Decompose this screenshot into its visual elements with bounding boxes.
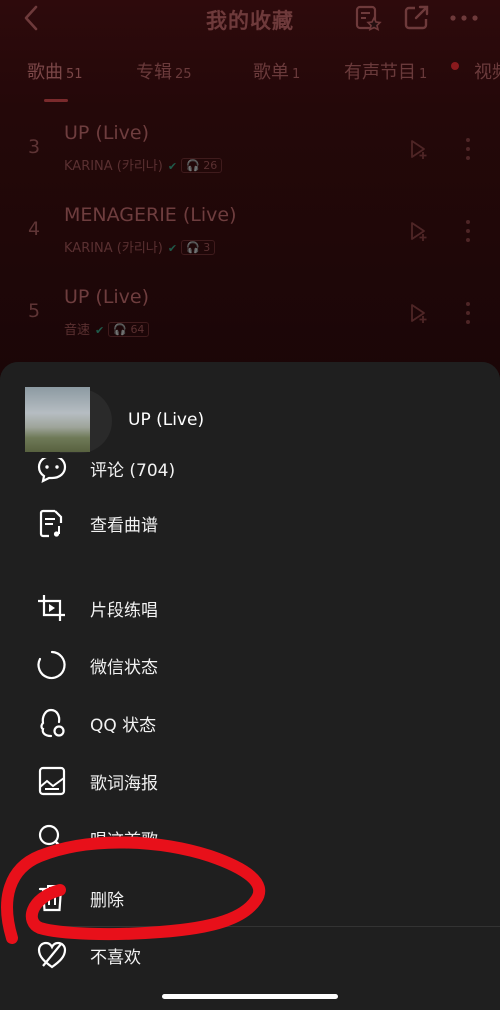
song-row[interactable]: 5 UP (Live) 音速 ✔ 🎧 64 [0,274,500,350]
play-count: 64 [130,323,145,336]
tab-label: 歌单 [253,62,289,83]
screen: 我的收藏 歌曲 51 专辑 25 歌单 1 有声节目 1 视 3 UP (Liv… [0,0,500,1010]
tab-label: 专辑 [136,62,172,83]
menu-label: 歌词海报 [90,774,158,794]
menu-label: 查看曲谱 [90,516,158,536]
nav-bar: 我的收藏 [0,0,500,40]
tab-label: 视频 [474,62,500,83]
crop-clip-icon [38,595,65,621]
song-title: MENAGERIE (Live) [64,204,237,226]
menu-label: 评论 (704) [90,461,176,481]
menu-item-wechat-status[interactable]: 微信状态 [0,643,500,687]
verified-check-icon: ✔ [95,324,105,337]
menu-item-view-sheet-music[interactable]: 查看曲谱 [0,501,500,545]
wechat-status-icon [37,650,66,680]
tab-videos[interactable]: 视频 [474,58,500,84]
add-to-playlist-icon[interactable] [408,220,430,242]
tab-label: 有声节目 [344,62,416,83]
menu-label: QQ 状态 [90,716,157,736]
song-row[interactable]: 4 MENAGERIE (Live) KARINA (카리나) ✔ 🎧 3 [0,192,500,268]
menu-item-delete[interactable]: 删除 [0,876,500,920]
tab-active-indicator [44,99,68,102]
tab-audio-programs[interactable]: 有声节目 1 [344,58,427,84]
music-sheet-icon [39,509,63,538]
lyrics-poster-icon [38,766,66,796]
dislike-heart-icon [37,941,67,969]
qq-status-icon [40,708,65,738]
song-artist: KARINA (카리나) [64,159,163,174]
menu-item-clip-practice[interactable]: 片段练唱 [0,586,500,630]
tab-count: 51 [66,67,83,82]
play-count-badge: 🎧 26 [181,158,223,173]
play-count-badge: 🎧 64 [108,322,150,337]
tab-albums[interactable]: 专辑 25 [136,58,192,84]
menu-label: 微信状态 [90,658,158,678]
menu-divider [30,926,500,927]
menu-item-qq-status[interactable]: QQ 状态 [0,701,500,745]
more-vertical-icon[interactable] [462,218,474,244]
add-to-playlist-icon[interactable] [408,302,430,324]
more-vertical-icon[interactable] [462,136,474,162]
tab-playlists[interactable]: 歌单 1 [253,58,300,84]
action-sheet: UP (Live) 评论 (704) 查看曲谱 片段练唱 微信状态 QQ 状态 … [0,362,500,1010]
song-artist: 音速 [64,323,91,338]
song-index: 5 [28,300,41,322]
menu-label: 片段练唱 [90,601,158,621]
menu-label: 唱这首歌 [90,831,158,851]
add-to-playlist-icon[interactable] [408,138,430,160]
song-row[interactable]: 3 UP (Live) KARINA (카리나) ✔ 🎧 26 [0,110,500,186]
home-indicator[interactable] [162,994,338,999]
play-count: 3 [203,241,211,254]
share-icon[interactable] [402,4,430,32]
verified-check-icon: ✔ [167,242,178,255]
song-title: UP (Live) [64,286,150,308]
menu-item-sing-this-song[interactable]: 唱这首歌 [0,816,500,860]
song-index: 4 [28,218,41,240]
tab-count: 1 [419,67,428,82]
more-icon[interactable] [448,4,480,32]
tab-count: 1 [292,67,301,82]
album-cover [25,387,90,452]
sheet-song-title: UP (Live) [128,410,205,430]
tab-bar: 歌曲51 专辑25 歌单1 有声节目1 视频 [0,58,500,92]
menu-item-dislike[interactable]: 不喜欢 [0,933,500,977]
trash-icon [38,885,66,912]
tab-count: 25 [175,67,192,82]
song-meta: KARINA (카리나) ✔ 🎧 3 [64,237,216,256]
notification-dot [451,62,459,70]
sheet-header: UP (Live) [0,362,500,458]
menu-label: 不喜欢 [90,948,141,968]
play-count: 26 [203,159,218,172]
tab-label: 歌曲 [27,62,63,83]
tab-songs[interactable]: 歌曲 51 [27,58,83,84]
favorite-list-icon[interactable] [354,4,382,32]
play-count-badge: 🎧 3 [181,240,216,255]
more-vertical-icon[interactable] [462,300,474,326]
song-title: UP (Live) [64,122,150,144]
menu-label: 删除 [90,891,124,911]
song-meta: 音速 ✔ 🎧 64 [64,319,150,338]
verified-check-icon: ✔ [167,160,178,173]
song-meta: KARINA (카리나) ✔ 🎧 26 [64,155,223,174]
song-artist: KARINA (카리나) [64,241,163,256]
search-sing-icon [38,824,65,851]
song-index: 3 [28,136,41,158]
menu-item-lyrics-poster[interactable]: 歌词海报 [0,759,500,803]
